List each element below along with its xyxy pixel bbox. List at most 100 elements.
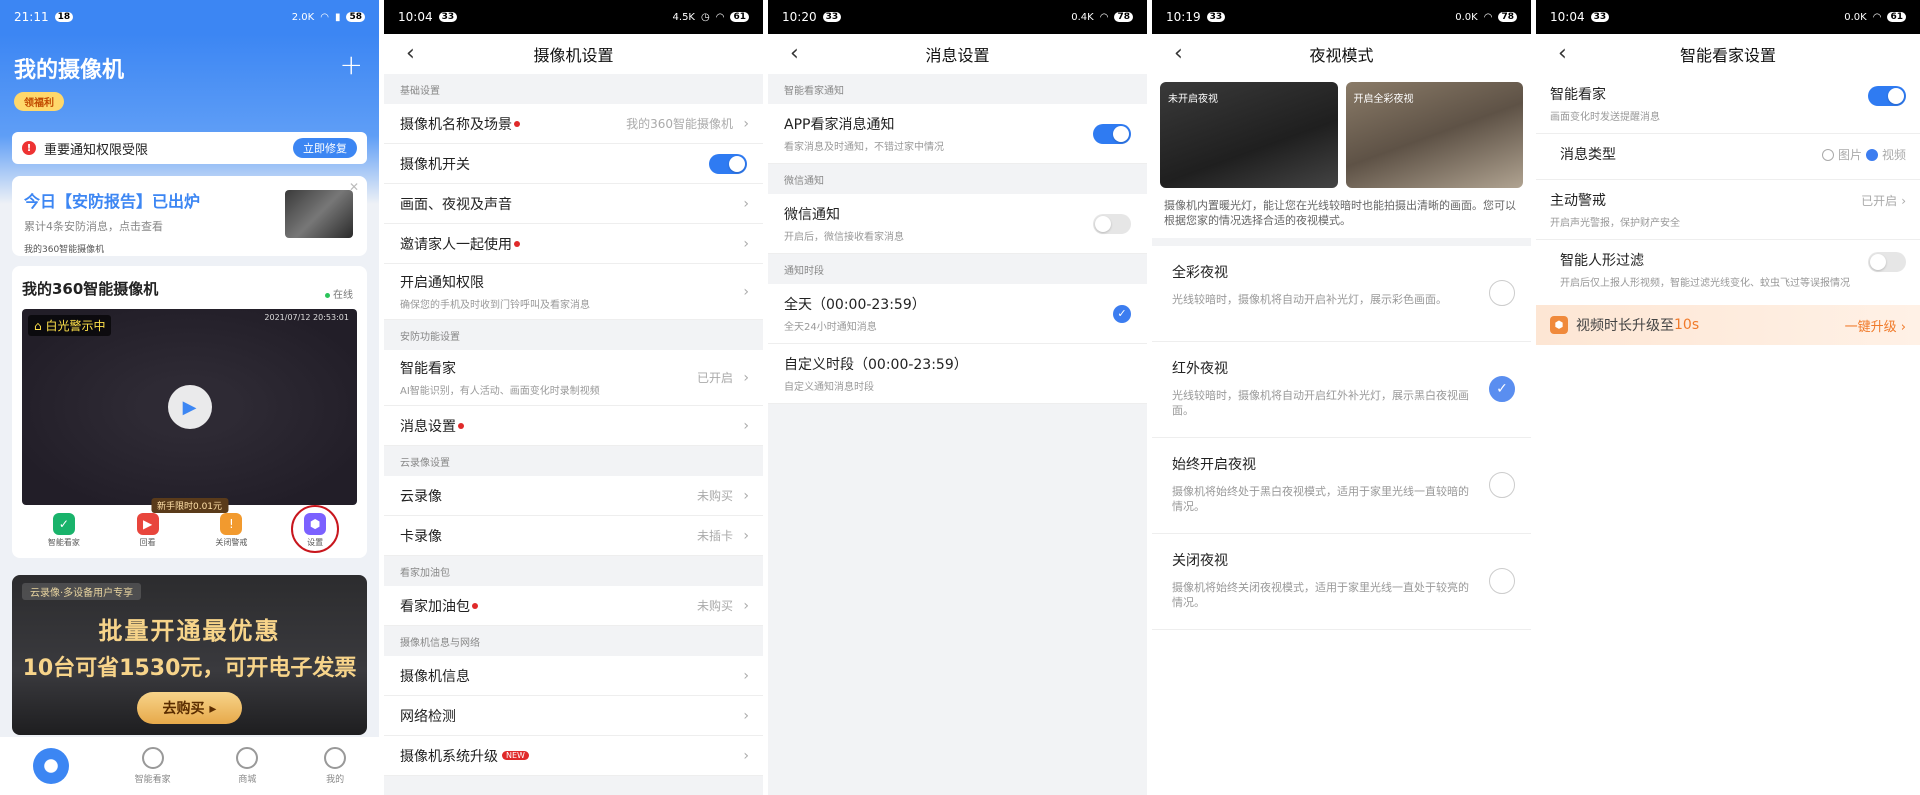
buy-button[interactable]: 去购买 ▸ [136, 692, 243, 724]
camera-settings-screen: 10:04 33 4.5K ◷ ◠ 61 ‹ 摄像机设置 基础设置 摄像机名称及场景 我的3… [384, 0, 765, 795]
radio-icon[interactable] [1489, 471, 1515, 498]
alarm-icon: ! [220, 513, 243, 535]
smart-guard-toggle[interactable] [1868, 86, 1906, 106]
section-wechat: 微信通知 [784, 175, 824, 187]
tool-disable-alert[interactable]: ! 关闭警戒 [201, 513, 261, 548]
permission-notice[interactable]: ! 重要通知权限受限 立即修复 [12, 132, 367, 164]
power-toggle[interactable] [709, 153, 747, 174]
promo-banner[interactable]: 云录像·多设备用户专享 批量开通最优惠 10台可省1530元，可开电子发票 去购… [12, 575, 367, 735]
security-report-card[interactable]: 今日【安防报告】已出炉 累计4条安防消息，点击查看 我的360智能摄像机 ✕ [12, 176, 367, 256]
nav-bar: ‹ 夜视模式 [1152, 34, 1531, 74]
row-guard-pack[interactable]: 看家加油包 未购买 › [384, 586, 763, 626]
row-message-settings[interactable]: 消息设置 › [384, 406, 763, 446]
row-network-check[interactable]: 网络检测 › [384, 696, 763, 736]
tool-settings[interactable]: ⬢ 设置 [285, 505, 345, 553]
back-icon[interactable]: ‹ [406, 42, 424, 66]
row-active-alarm[interactable]: 主动警戒 开启声光警报，保护财产安全 已开启 › [1536, 180, 1920, 240]
fix-now-button[interactable]: 立即修复 [293, 138, 357, 158]
back-icon[interactable]: ‹ [1558, 42, 1576, 66]
row-app-notify: APP看家消息通知 看家消息及时通知，不错过家中情况 [768, 104, 1147, 164]
chevron-right-icon: › [743, 667, 749, 684]
camera-name: 我的360智能摄像机 [22, 280, 159, 298]
status-badge: 33 [1206, 12, 1226, 22]
shield-check-icon: ✓ [52, 513, 75, 535]
option-image[interactable]: 图片 [1838, 146, 1862, 163]
row-invite-family[interactable]: 邀请家人一起使用 › [384, 224, 763, 264]
row-name-scene[interactable]: 摄像机名称及场景 我的360智能摄像机 › [384, 104, 763, 144]
row-custom-period[interactable]: 自定义时段（00:00-23:59） 自定义通知消息时段 [768, 344, 1147, 404]
tab-mall[interactable]: 商城 [236, 747, 259, 785]
message-settings-screen: 10:20 33 0.4K ◠ 78 ‹ 消息设置 智能看家通知 APP看家消息通知 看家… [768, 0, 1149, 795]
one-click-upgrade-button[interactable]: 一键升级 › [1845, 316, 1906, 335]
status-bar: 10:19 33 0.0K ◠ 78 [1152, 0, 1531, 34]
highlight-ring [291, 505, 340, 553]
radio-checked-icon[interactable]: ✓ [1489, 375, 1515, 402]
camera-preview[interactable]: ⌂ 白光警示中 2021/07/12 20:53:01 ▶ 新手限时0.01元 [22, 309, 357, 513]
status-bar: 21:11 18 2.0K ◠ ▮ 58 [0, 0, 379, 34]
radio-video-icon[interactable] [1865, 148, 1878, 161]
option-full-color[interactable]: 全彩夜视 光线较暗时，摄像机将自动开启补光灯，展示彩色画面。 [1152, 246, 1531, 342]
net-speed: 0.4K [1071, 11, 1094, 23]
play-icon[interactable]: ▶ [167, 385, 212, 429]
promo-tag[interactable]: 新手限时0.01元 [150, 498, 229, 513]
radio-icon[interactable] [1489, 279, 1515, 306]
status-time: 10:19 [1166, 10, 1201, 24]
tab-smart-guard[interactable]: 智能看家 [135, 747, 171, 785]
radio-image-icon[interactable] [1821, 148, 1834, 161]
chevron-right-icon: › [1901, 193, 1906, 208]
status-time: 10:04 [398, 10, 433, 24]
wifi-icon: ◠ [320, 11, 329, 23]
chevron-right-icon: › [743, 235, 749, 252]
night-mode-screen: 10:19 33 0.0K ◠ 78 ‹ 夜视模式 未开启夜视 开启全彩夜视 摄像机内置… [1152, 0, 1533, 795]
add-device-button[interactable]: + [340, 48, 363, 81]
upgrade-banner[interactable]: ⬢ 视频时长升级至 10s 一键升级 › [1536, 305, 1920, 345]
banner-line2: 10台可省1530元，可开电子发票 [22, 656, 357, 681]
section-basic: 基础设置 [400, 85, 440, 97]
upgrade-hexagon-icon: ⬢ [1550, 316, 1568, 334]
row-card-recording[interactable]: 卡录像 未插卡 › [384, 516, 763, 556]
row-system-upgrade[interactable]: 摄像机系统升级 NEW › [384, 736, 763, 776]
back-icon[interactable]: ‹ [790, 42, 808, 66]
tab-mine[interactable]: 我的 [324, 747, 347, 785]
row-smart-guard[interactable]: 智能看家 AI智能识别，有人活动、画面变化时录制视频 已开启 › [384, 350, 763, 406]
tab-home[interactable] [32, 748, 69, 784]
red-dot-icon [472, 602, 478, 609]
page-title: 消息设置 [925, 46, 990, 65]
tool-smart-guard[interactable]: ✓ 智能看家 [34, 513, 94, 548]
row-notify-permission[interactable]: 开启通知权限 确保您的手机及时收到门铃呼叫及看家消息 › [384, 264, 763, 320]
radio-icon[interactable] [1489, 567, 1515, 594]
chevron-right-icon: › [743, 115, 749, 132]
my-cameras-screen: 21:11 18 2.0K ◠ ▮ 58 我的摄像机 + 领福利 ! 重要通知权限受限 … [0, 0, 381, 795]
row-all-day[interactable]: 全天（00:00-23:59） 全天24小时通知消息 ✓ [768, 284, 1147, 344]
home-eye-icon [32, 748, 69, 784]
option-always-on[interactable]: 始终开启夜视 摄像机将始终处于黑白夜视模式，适用于家里光线一直较暗的情况。 [1152, 438, 1531, 534]
net-speed: 4.5K [672, 11, 695, 23]
wechat-notify-toggle[interactable] [1093, 213, 1131, 234]
new-badge: NEW [502, 751, 529, 760]
net-speed: 2.0K [291, 11, 315, 23]
welfare-badge[interactable]: 领福利 [14, 92, 64, 111]
back-icon[interactable]: ‹ [1174, 42, 1192, 66]
wifi-icon: ◠ [715, 11, 725, 23]
page-title: 摄像机设置 [533, 46, 614, 65]
option-video[interactable]: 视频 [1882, 146, 1906, 163]
row-smart-guard: 智能看家 画面变化时发送提醒消息 [1536, 74, 1920, 134]
option-off[interactable]: 关闭夜视 摄像机将始终关闭夜视模式，适用于家里光线一直处于较亮的情况。 [1152, 534, 1531, 630]
smart-guard-settings-screen: 10:04 33 0.0K ◠ 61 ‹ 智能看家设置 智能看家 画面变化时发送提醒消息… [1536, 0, 1920, 795]
red-dot-icon [514, 120, 520, 127]
status-time: 10:04 [1550, 10, 1585, 24]
screenshot-collage: 21:11 18 2.0K ◠ ▮ 58 我的摄像机 + 领福利 ! 重要通知权限受限 … [0, 0, 1920, 795]
row-picture-night-sound[interactable]: 画面、夜视及声音 › [384, 184, 763, 224]
option-infrared[interactable]: 红外夜视 光线较暗时，摄像机将自动开启红外补光灯，展示黑白夜视画面。 ✓ [1152, 342, 1531, 438]
row-camera-power: 摄像机开关 [384, 144, 763, 184]
row-camera-info[interactable]: 摄像机信息 › [384, 656, 763, 696]
app-notify-toggle[interactable] [1093, 123, 1131, 144]
tool-playback[interactable]: ▶ 回看 [118, 513, 178, 548]
section-period: 通知时段 [784, 265, 824, 277]
chevron-right-icon: › [743, 369, 749, 386]
human-filter-toggle[interactable] [1868, 252, 1906, 272]
wifi-icon: ◠ [1872, 11, 1882, 23]
row-cloud-recording[interactable]: 云录像 未购买 › [384, 476, 763, 516]
status-badge: 33 [438, 12, 458, 22]
close-icon[interactable]: ✕ [349, 180, 359, 194]
